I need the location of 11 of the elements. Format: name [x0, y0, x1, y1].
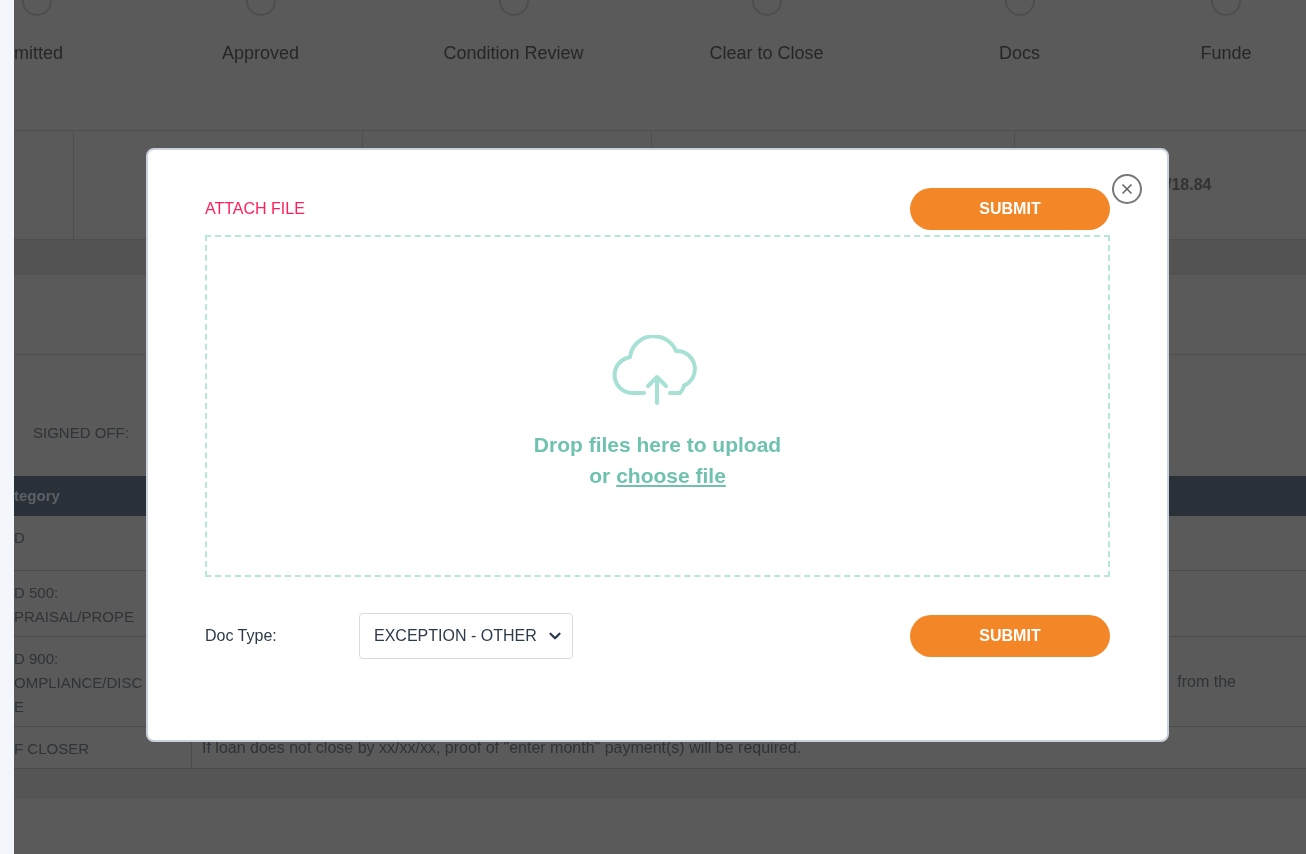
close-icon — [1119, 181, 1135, 197]
drop-instruction: Drop files here to upload — [533, 431, 782, 458]
doc-type-label: Doc Type: — [205, 626, 278, 646]
doc-type-select[interactable]: EXCEPTION - OTHER — [359, 613, 573, 659]
submit-button[interactable]: SUBMIT — [910, 188, 1110, 230]
choose-file-link[interactable]: choose file — [616, 460, 726, 492]
close-button[interactable] — [1112, 174, 1142, 204]
submit-button[interactable]: SUBMIT — [910, 615, 1110, 657]
or-text: or — [589, 463, 611, 489]
dialog-title: ATTACH FILE — [205, 199, 305, 219]
drop-zone[interactable]: Drop files here to upload or choose file — [205, 235, 1110, 577]
